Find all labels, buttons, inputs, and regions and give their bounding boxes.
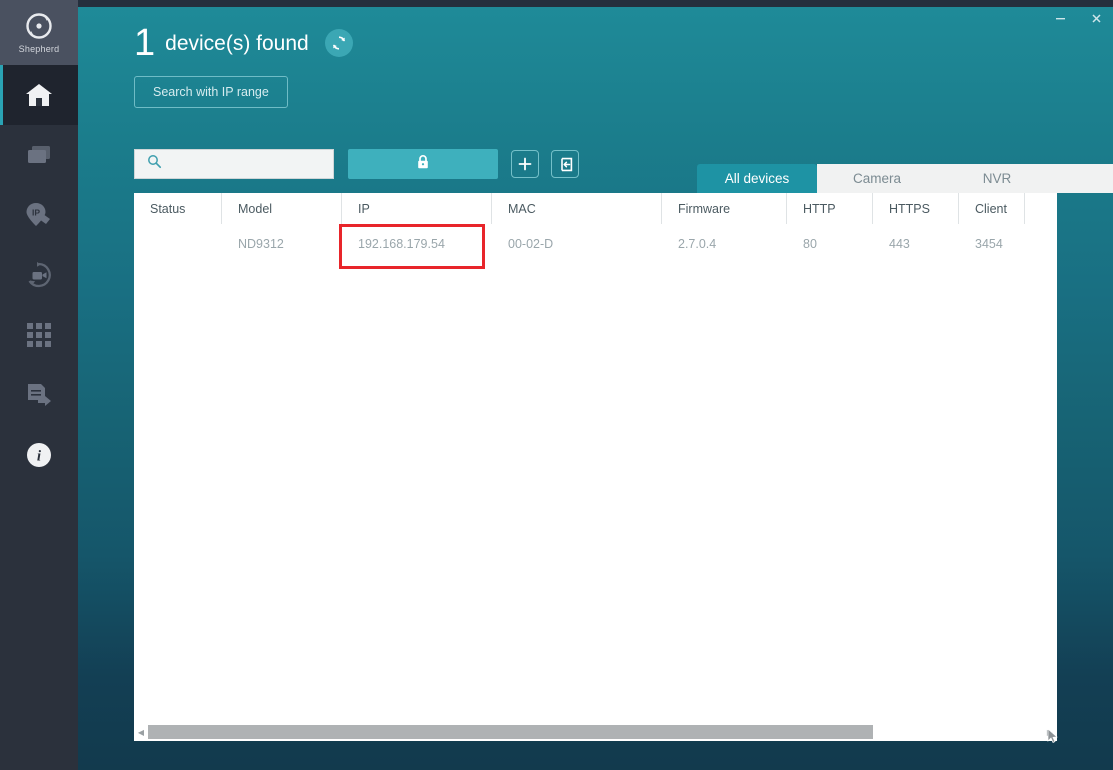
device-table-panel: Status Model IP MAC Firmware HTTP HTTPS …: [134, 193, 1057, 741]
column-header-mac[interactable]: MAC: [492, 193, 662, 224]
camera-refresh-icon: [23, 261, 55, 289]
sidebar-item-devices[interactable]: [0, 125, 78, 185]
device-type-tabs: All devices Camera NVR: [697, 164, 1113, 193]
column-header-status[interactable]: Status: [134, 193, 222, 224]
cell-extra: [1025, 224, 1057, 263]
title-bar: [0, 0, 1113, 7]
sidebar-item-export[interactable]: [0, 365, 78, 425]
search-box[interactable]: [134, 149, 334, 179]
document-export-icon: [24, 382, 54, 409]
page-header: 1 device(s) found Search with IP range: [134, 24, 353, 108]
column-header-client[interactable]: Client: [959, 193, 1025, 224]
window-controls: [1049, 7, 1107, 29]
search-with-ip-range-button[interactable]: Search with IP range: [134, 76, 288, 108]
home-icon: [24, 82, 54, 109]
table-row[interactable]: ND9312 192.168.179.54 00-02-D 2.7.0.4 80…: [134, 224, 1057, 269]
cell-https: 443: [889, 236, 910, 251]
sidebar: Shepherd IP i: [0, 0, 78, 770]
scroll-left-arrow[interactable]: ◀: [134, 723, 148, 741]
grid-icon: [26, 322, 52, 348]
tab-nvr[interactable]: NVR: [937, 164, 1057, 193]
minimize-icon[interactable]: [1049, 8, 1071, 28]
column-header-model[interactable]: Model: [222, 193, 342, 224]
horizontal-scrollbar[interactable]: ◀ ▶: [134, 723, 1057, 741]
lock-icon: [416, 154, 430, 175]
password-button[interactable]: [348, 149, 498, 179]
sidebar-item-ip[interactable]: IP: [0, 185, 78, 245]
cell-http: 80: [803, 236, 817, 251]
shepherd-logo-icon: [24, 11, 54, 41]
brand-logo-block: Shepherd: [0, 0, 78, 65]
sidebar-item-about[interactable]: i: [0, 425, 78, 485]
column-header-extra[interactable]: [1025, 193, 1057, 224]
sidebar-item-reboot[interactable]: [0, 245, 78, 305]
info-icon: i: [26, 442, 52, 468]
export-list-button[interactable]: [551, 150, 579, 178]
brand-name: Shepherd: [18, 44, 60, 54]
search-icon: [147, 154, 162, 174]
toolbar: [134, 149, 579, 179]
tab-all-devices[interactable]: All devices: [697, 164, 817, 193]
cell-firmware: 2.7.0.4: [678, 236, 717, 251]
export-icon: [560, 157, 572, 171]
column-header-http[interactable]: HTTP: [787, 193, 873, 224]
device-found-label: device(s) found: [165, 31, 309, 55]
table-body: ND9312 192.168.179.54 00-02-D 2.7.0.4 80…: [134, 224, 1057, 741]
ip-tag-icon: IP: [24, 201, 54, 229]
application-window: Shepherd IP i 1 device(s) found Search w…: [0, 0, 1113, 770]
device-count: 1: [134, 22, 156, 64]
svg-text:IP: IP: [32, 208, 40, 218]
devices-found-row: 1 device(s) found: [134, 24, 353, 62]
layers-icon: [24, 143, 54, 167]
close-icon[interactable]: [1085, 8, 1107, 28]
cell-status: [134, 224, 222, 263]
column-header-https[interactable]: HTTPS: [873, 193, 959, 224]
cell-ip[interactable]: 192.168.179.54: [339, 224, 492, 269]
sidebar-item-grid[interactable]: [0, 305, 78, 365]
scrollbar-thumb[interactable]: [148, 725, 873, 739]
column-header-ip[interactable]: IP: [342, 193, 492, 224]
cell-model: ND9312: [238, 236, 284, 251]
plus-icon: [518, 157, 532, 171]
sidebar-item-home[interactable]: [0, 65, 78, 125]
tab-filler: [1057, 164, 1113, 193]
refresh-icon[interactable]: [324, 29, 353, 57]
search-input[interactable]: [170, 157, 320, 171]
cell-mac: 00-02-D: [508, 236, 554, 251]
column-header-firmware[interactable]: Firmware: [662, 193, 787, 224]
table-header-row: Status Model IP MAC Firmware HTTP HTTPS …: [134, 193, 1057, 224]
add-device-button[interactable]: [511, 150, 539, 178]
scrollbar-track[interactable]: [148, 725, 1043, 739]
mouse-cursor: [1047, 728, 1059, 749]
tab-camera[interactable]: Camera: [817, 164, 937, 193]
cell-client: 3454: [975, 236, 1003, 251]
